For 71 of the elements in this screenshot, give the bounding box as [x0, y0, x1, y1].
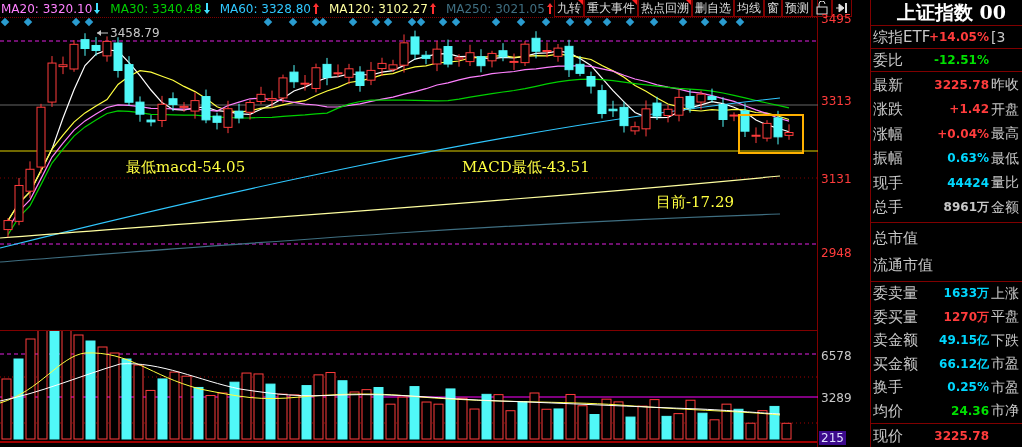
- quote-label: 总市值: [873, 229, 919, 248]
- toolbar-button[interactable]: 预测: [781, 0, 812, 17]
- quote-label: 平盘: [990, 308, 1020, 327]
- toolbar-button[interactable]: 窗: [763, 0, 782, 17]
- quote-value: 49.15亿: [939, 333, 989, 349]
- moving-average-legend: MA60: 3328.80: [219, 1, 311, 16]
- quote-value: -12.51%: [934, 52, 989, 68]
- volume-axis-label: 6578: [820, 349, 853, 363]
- quote-value: +1.42: [949, 102, 989, 118]
- quote-label: 总手: [873, 198, 904, 218]
- moving-average-legend: MA250: 3021.05: [445, 1, 545, 16]
- toolbar-button[interactable]: 热点回溯: [637, 0, 692, 17]
- moving-average-legend: MA20: 3320.10: [1, 1, 93, 16]
- price-axis-label: 3131: [820, 172, 853, 186]
- quote-label: 现价: [873, 426, 904, 446]
- volume-axis-label: 3289: [820, 391, 853, 405]
- quote-value: 24.36: [951, 403, 989, 419]
- moving-average-legend: MA120: 3102.27: [328, 1, 428, 16]
- quote-title: 上证指数 00: [896, 0, 1008, 25]
- quote-label: 振幅: [873, 149, 904, 169]
- quote-value: 1633万: [943, 286, 989, 302]
- toolbar-button[interactable]: 均线: [733, 0, 764, 17]
- quote-value: 8961万: [943, 200, 989, 216]
- quote-label: 下跌: [990, 331, 1020, 350]
- volume-axis-label: 215: [819, 431, 846, 445]
- chart-note: 最低macd-54.05: [126, 158, 246, 177]
- quote-label: 开盘: [990, 100, 1020, 119]
- quote-label: 上涨: [990, 284, 1020, 303]
- quote-label: 最低: [990, 149, 1020, 168]
- quote-label: 换手: [873, 378, 904, 398]
- quote-label: 均价: [873, 401, 904, 421]
- toolbar-button[interactable]: 重大事件: [583, 0, 638, 17]
- quote-label: 最高: [990, 125, 1020, 144]
- quote-label: 市盈: [990, 355, 1020, 374]
- arrow-icon: [96, 30, 109, 36]
- quote-label: [3: [990, 29, 1007, 45]
- quote-label: 涨幅: [873, 124, 904, 144]
- quote-label: 涨跌: [873, 100, 904, 120]
- quote-label: 委卖量: [873, 284, 919, 304]
- chart-note: MACD最低-43.51: [462, 158, 590, 177]
- quote-label: 买金额: [873, 354, 919, 374]
- highlight-frame: [738, 114, 804, 154]
- price-axis-label: 3495: [820, 12, 853, 26]
- quote-value: 0.25%: [947, 380, 989, 396]
- quote-label: 量比: [990, 174, 1020, 193]
- quote-label: 金额: [990, 198, 1020, 217]
- toolbar-button[interactable]: 九转: [553, 0, 584, 17]
- quote-value: 3225.78: [934, 77, 989, 93]
- quote-label: 市盈: [990, 378, 1020, 397]
- quote-value: 66.12亿: [939, 356, 989, 372]
- quote-label: 市净: [990, 402, 1020, 421]
- quote-label: 昨收: [990, 76, 1020, 95]
- arrow-to-edge-icon: [834, 2, 849, 14]
- quote-label: 卖金额: [873, 331, 919, 351]
- lock-icon: [814, 1, 829, 15]
- moving-average-legend: MA30: 3340.48: [110, 1, 202, 16]
- quote-label: 委买量: [873, 307, 919, 327]
- chart-note: 目前-17.29: [656, 193, 734, 212]
- price-axis-label: 3313: [820, 94, 853, 108]
- quote-label: 综指ETF: [873, 27, 929, 47]
- peak-price-label: 3458.79: [110, 26, 160, 40]
- quote-label: 委比: [873, 50, 904, 70]
- quote-value: 0.63%: [947, 151, 989, 167]
- quote-value: 3225.78: [934, 428, 989, 444]
- quote-label: 现手: [873, 173, 904, 193]
- quote-value: 1270万: [943, 309, 989, 325]
- toolbar-button[interactable]: 删自选: [691, 0, 734, 17]
- quote-label: 最新: [873, 75, 904, 95]
- price-axis-label: 2948: [820, 246, 853, 260]
- quote-value: 44424: [947, 175, 989, 191]
- quote-value: +0.04%: [937, 126, 989, 142]
